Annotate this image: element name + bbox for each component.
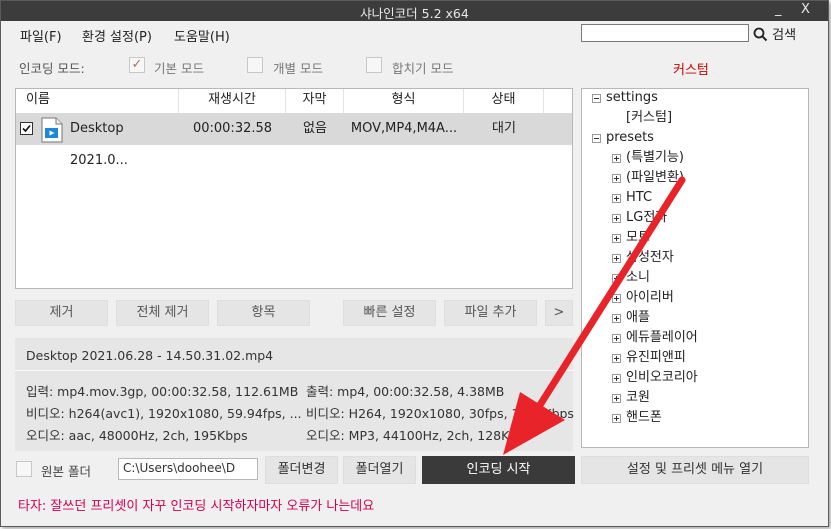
arrow-shaft (536, 176, 686, 409)
arrow-head (503, 392, 565, 455)
annotation-arrow (503, 176, 686, 455)
